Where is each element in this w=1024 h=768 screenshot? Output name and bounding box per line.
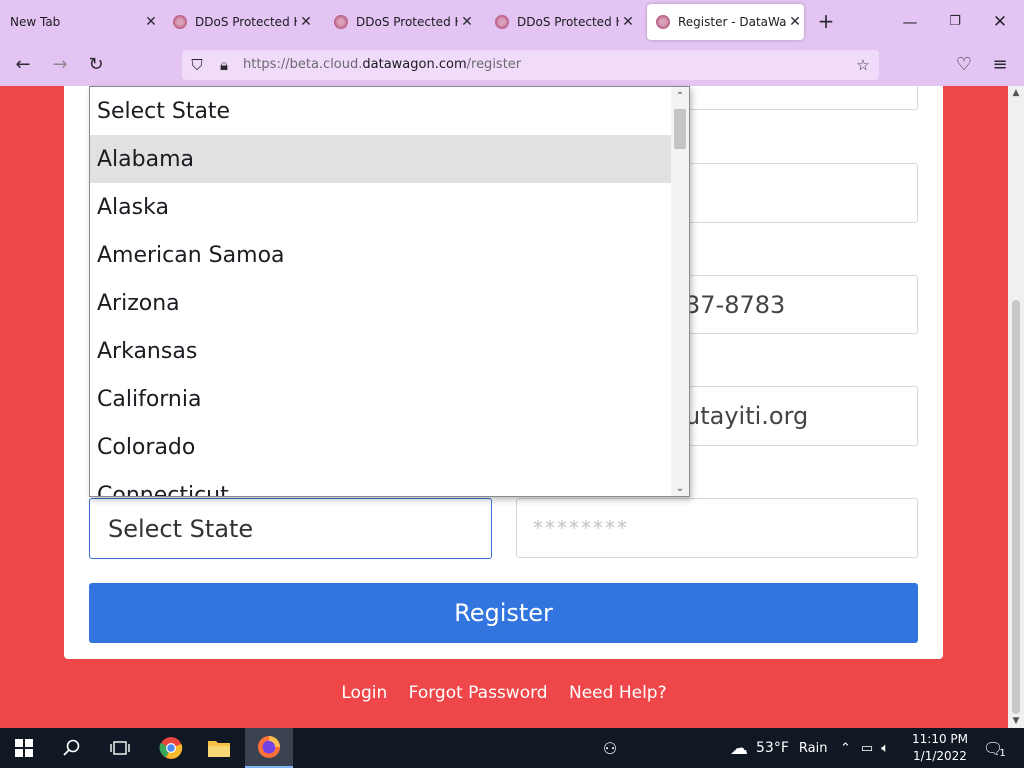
register-button-label: Register	[454, 599, 553, 627]
bookmark-star-icon[interactable]: ☆	[852, 53, 874, 77]
notification-center[interactable]: 🗨︎ 1	[983, 728, 1006, 768]
dropdown-scroll-up-icon[interactable]: ⌃	[671, 91, 689, 102]
tab-ddos-1[interactable]: DDoS Protected Ho ✕	[163, 0, 315, 44]
windows-start-icon[interactable]	[0, 728, 48, 768]
back-arrow-icon[interactable]: ←	[10, 53, 36, 77]
state-option[interactable]: Select State	[90, 87, 671, 135]
file-explorer-icon[interactable]	[195, 728, 243, 768]
menu-hamburger-icon[interactable]: ≡	[987, 53, 1013, 77]
state-dropdown-list[interactable]: Select State Alabama Alaska American Sam…	[89, 86, 690, 497]
forgot-password-link[interactable]: Forgot Password	[409, 683, 548, 703]
tab-title: DDoS Protected Ho	[517, 15, 619, 29]
tab-ddos-2[interactable]: DDoS Protected Ho ✕	[324, 0, 476, 44]
scroll-up-icon[interactable]: ▲	[1008, 88, 1024, 98]
state-option-highlighted[interactable]: Alabama	[90, 135, 671, 183]
taskbar: ⚇ ☁ 53°F Rain ⌃ ▭ 🔈︎ 11:10 PM 1/1/2022 🗨…	[0, 728, 1024, 768]
task-view-icon[interactable]	[96, 728, 144, 768]
state-option[interactable]: Arkansas	[90, 327, 671, 375]
password-field[interactable]: ********	[516, 498, 918, 558]
site-favicon-icon	[173, 15, 187, 29]
close-tab-icon[interactable]: ✕	[142, 14, 160, 30]
phone-value: 37-8783	[685, 290, 786, 319]
rain-cloud-icon: ☁	[730, 737, 748, 759]
tray-icons: ⌃ ▭ 🔈︎	[840, 728, 889, 768]
weather-temp: 53°F	[756, 740, 789, 756]
chrome-icon[interactable]	[147, 728, 195, 768]
state-option[interactable]: California	[90, 375, 671, 423]
volume-muted-icon[interactable]: 🔈︎	[881, 741, 889, 756]
state-option[interactable]: Colorado	[90, 423, 671, 471]
need-help-link[interactable]: Need Help?	[569, 683, 667, 703]
weather-widget[interactable]: ☁ 53°F Rain	[730, 728, 827, 768]
tab-title: Register - DataWag	[678, 15, 786, 29]
network-icon[interactable]: ▭	[861, 741, 873, 756]
tab-ddos-3[interactable]: DDoS Protected Ho ✕	[485, 0, 637, 44]
scroll-down-icon[interactable]: ▼	[1008, 716, 1024, 726]
close-tab-icon[interactable]: ✕	[458, 14, 476, 30]
email-value: utayiti.org	[685, 402, 809, 430]
new-tab-plus-icon[interactable]: +	[814, 10, 838, 34]
restore-icon[interactable]: ❐	[940, 10, 970, 34]
page-scroll-thumb[interactable]	[1012, 300, 1020, 714]
forward-arrow-icon[interactable]: →	[47, 53, 73, 77]
people-icon[interactable]: ⚇	[586, 728, 634, 768]
clock-date: 1/1/2022	[913, 749, 967, 763]
firefox-icon[interactable]	[245, 728, 293, 768]
url-text: https://beta.cloud.datawagon.com/registe…	[243, 57, 522, 72]
state-select-value: Select State	[108, 514, 254, 543]
state-select[interactable]: Select State	[89, 498, 492, 559]
site-favicon-icon	[495, 15, 509, 29]
close-tab-icon[interactable]: ✕	[297, 14, 315, 30]
state-option[interactable]: American Samoa	[90, 231, 671, 279]
state-option[interactable]: Arizona	[90, 279, 671, 327]
chevron-up-icon[interactable]: ⌃	[840, 741, 851, 756]
page-scrollbar[interactable]: ▲ ▼	[1008, 86, 1024, 728]
search-icon[interactable]	[48, 728, 96, 768]
dropdown-scroll-down-icon[interactable]: ⌄	[671, 483, 689, 494]
tab-title: DDoS Protected Ho	[356, 15, 458, 29]
state-option[interactable]: Connecticut	[90, 471, 671, 497]
state-option[interactable]: Alaska	[90, 183, 671, 231]
address-bar[interactable]: ⛉ 🔒︎ https://beta.cloud.datawagon.com/re…	[182, 50, 879, 80]
dropdown-scroll-thumb[interactable]	[674, 109, 686, 149]
clock-time: 11:10 PM	[912, 732, 968, 746]
close-tab-icon[interactable]: ✕	[786, 14, 804, 30]
pocket-icon[interactable]: ♡	[951, 53, 977, 77]
tab-register[interactable]: Register - DataWag ✕	[647, 4, 804, 40]
tab-strip: New Tab ✕ DDoS Protected Ho ✕ DDoS Prote…	[0, 0, 1024, 44]
clock[interactable]: 11:10 PM 1/1/2022	[912, 728, 968, 768]
site-favicon-icon	[334, 15, 348, 29]
password-placeholder: ********	[533, 516, 629, 540]
lock-icon[interactable]: 🔒︎	[213, 53, 235, 77]
tab-new-tab[interactable]: New Tab ✕	[0, 0, 160, 44]
weather-desc: Rain	[798, 740, 828, 756]
close-window-icon[interactable]: ✕	[985, 10, 1015, 34]
register-button[interactable]: Register	[89, 583, 918, 643]
close-tab-icon[interactable]: ✕	[619, 14, 637, 30]
tab-title: New Tab	[10, 15, 61, 29]
notification-count: 1	[999, 747, 1006, 759]
nav-bar: ← → ↻ ⛉ 🔒︎ https://beta.cloud.datawagon.…	[0, 44, 1024, 86]
footer-links: Login Forgot Password Need Help?	[0, 683, 1008, 703]
reload-icon[interactable]: ↻	[83, 53, 109, 77]
minimize-icon[interactable]: —	[895, 10, 925, 34]
tracking-shield-icon[interactable]: ⛉	[186, 53, 208, 77]
site-favicon-icon	[656, 15, 670, 29]
dropdown-scrollbar[interactable]: ⌃ ⌄	[671, 87, 689, 496]
login-link[interactable]: Login	[341, 683, 387, 703]
tab-title: DDoS Protected Ho	[195, 15, 297, 29]
